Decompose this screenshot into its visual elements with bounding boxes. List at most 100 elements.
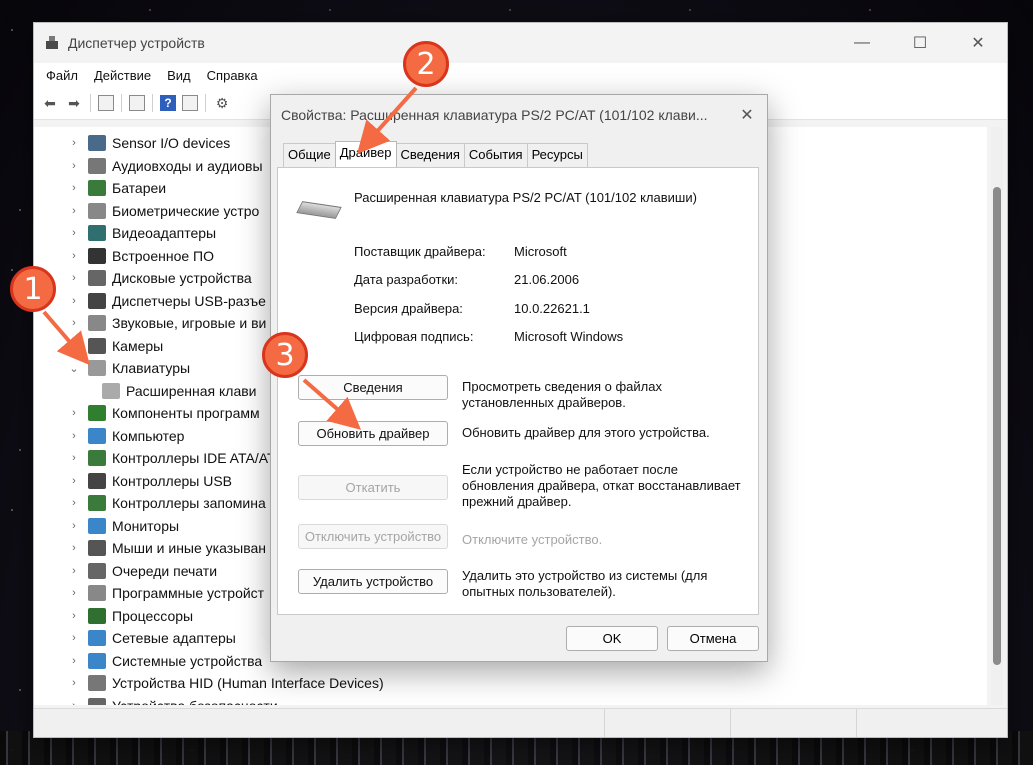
disable-device-button[interactable]: Отключить устройство (298, 524, 448, 549)
driver-date-label: Дата разработки: (354, 272, 459, 287)
chevron-right-icon[interactable]: › (68, 227, 80, 239)
tree-item-label: Биометрические устро (112, 202, 260, 219)
tree-category[interactable]: › Устройства HID (Human Interface Devices… (34, 672, 384, 694)
chevron-right-icon[interactable]: › (68, 655, 80, 667)
device-category-icon (88, 427, 106, 444)
chevron-right-icon[interactable]: › (68, 430, 80, 442)
chevron-right-icon[interactable]: › (68, 160, 80, 172)
device-category-icon (88, 652, 106, 669)
tree-category[interactable]: › Программные устройст (34, 582, 264, 604)
device-category-icon (88, 360, 106, 376)
back-icon[interactable]: ⬅ (41, 94, 59, 112)
tree-category[interactable]: › Дисковые устройства (34, 267, 252, 289)
device-category-icon (88, 247, 106, 264)
device-category-icon (88, 472, 106, 489)
digital-signer-value: Microsoft Windows (514, 329, 624, 344)
tree-category[interactable]: › Контроллеры IDE ATA/AT (34, 447, 276, 469)
chevron-right-icon[interactable]: › (68, 632, 80, 644)
menu-help[interactable]: Справка (199, 68, 266, 83)
chevron-right-icon[interactable]: › (68, 700, 80, 706)
tree-category[interactable]: › Системные устройства (34, 650, 262, 672)
driver-details-button[interactable]: Сведения (298, 375, 448, 400)
close-button[interactable]: ✕ (949, 23, 1007, 63)
tree-category[interactable]: › Батареи (34, 177, 166, 199)
tree-category[interactable]: › Sensor I/O devices (34, 132, 230, 154)
vertical-scrollbar[interactable] (991, 127, 1003, 705)
tree-category[interactable]: › Контроллеры запомина (34, 492, 266, 514)
chevron-right-icon[interactable]: › (68, 317, 80, 329)
forward-icon[interactable]: ➡ (65, 94, 83, 112)
tree-category[interactable]: › Мониторы (34, 515, 179, 537)
update-driver-button[interactable]: Обновить драйвер (298, 421, 448, 446)
view-icon[interactable] (182, 95, 198, 111)
tree-child-item[interactable]: ›Расширенная клави (34, 380, 257, 402)
tab-events[interactable]: События (463, 143, 528, 167)
tab-general[interactable]: Общие (283, 143, 336, 167)
chevron-right-icon[interactable]: › (68, 182, 80, 194)
tree-category[interactable]: › Встроенное ПО (34, 245, 214, 267)
tree-category[interactable]: › Аудиовходы и аудиовы (34, 155, 263, 177)
tree-category[interactable]: › Процессоры (34, 605, 193, 627)
chevron-right-icon[interactable]: › (68, 272, 80, 284)
tree-item-label: Контроллеры запомина (112, 495, 266, 511)
device-category-icon (88, 315, 106, 331)
menu-view[interactable]: Вид (159, 68, 199, 83)
chevron-right-icon[interactable]: › (68, 407, 80, 419)
dialog-title: Свойства: Расширенная клавиатура PS/2 PC… (281, 107, 708, 123)
tree-category[interactable]: › Звуковые, игровые и ви (34, 312, 266, 334)
tab-details[interactable]: Сведения (395, 143, 465, 167)
cancel-button[interactable]: Отмена (667, 626, 759, 651)
tree-item-label: Батареи (112, 180, 167, 196)
tree-category[interactable]: › Биометрические устро (34, 200, 259, 222)
update-driver-description: Обновить драйвер для этого устройства. (462, 425, 710, 440)
tree-category[interactable]: › Мыши и иные указыван (34, 537, 266, 559)
tree-category[interactable]: › Контроллеры USB (34, 470, 232, 492)
tree-category[interactable]: › Устройства безопасности (34, 695, 278, 706)
chevron-right-icon[interactable]: › (68, 250, 80, 262)
uninstall-device-button[interactable]: Удалить устройство (298, 569, 448, 594)
ok-button[interactable]: OK (566, 626, 658, 651)
tree-category[interactable]: › Видеоадаптеры (34, 222, 216, 244)
chevron-right-icon[interactable]: › (68, 137, 80, 149)
tree-category[interactable]: › Очереди печати (34, 560, 217, 582)
driver-details-description: Просмотреть сведения о файлах установлен… (462, 379, 662, 410)
chevron-right-icon[interactable]: › (68, 610, 80, 622)
tree-category[interactable]: › Компьютер (34, 425, 184, 447)
chevron-down-icon[interactable]: ⌄ (68, 362, 80, 375)
menu-file[interactable]: Файл (38, 68, 86, 83)
tree-category[interactable]: › Камеры (34, 335, 163, 357)
chevron-right-icon[interactable]: › (68, 565, 80, 577)
status-cell (34, 709, 605, 737)
scrollbar-thumb[interactable] (993, 187, 1001, 665)
chevron-right-icon[interactable]: › (68, 340, 80, 352)
chevron-right-icon[interactable]: › (68, 520, 80, 532)
menu-action[interactable]: Действие (86, 68, 159, 83)
dialog-close-button[interactable]: ✕ (727, 105, 767, 125)
chevron-right-icon[interactable]: › (68, 542, 80, 554)
chevron-right-icon[interactable]: › (68, 475, 80, 487)
tree-category[interactable]: › Сетевые адаптеры (34, 627, 236, 649)
help-icon[interactable]: ? (160, 95, 176, 111)
annotation-badge-1: 1 (10, 266, 56, 312)
device-category-icon (88, 517, 106, 534)
tree-category[interactable]: › Диспетчеры USB-разъе (34, 290, 266, 312)
tab-resources[interactable]: Ресурсы (526, 143, 588, 167)
status-bar (34, 708, 1007, 737)
chevron-right-icon[interactable]: › (68, 452, 80, 464)
chevron-right-icon[interactable]: › (68, 295, 80, 307)
chevron-right-icon[interactable]: › (68, 497, 80, 509)
tab-driver[interactable]: Драйвер (334, 141, 397, 169)
show-hide-tree-icon[interactable] (98, 95, 114, 111)
chevron-right-icon[interactable]: › (68, 587, 80, 599)
minimize-button[interactable]: — (833, 23, 891, 63)
scan-icon[interactable]: ⚙ (213, 94, 231, 112)
properties-icon[interactable] (129, 95, 145, 111)
tree-category[interactable]: ⌄ Клавиатуры (34, 357, 190, 379)
maximize-button[interactable]: ☐ (891, 23, 949, 63)
chevron-right-icon[interactable]: › (68, 677, 80, 689)
chevron-right-icon[interactable]: › (68, 205, 80, 217)
tree-category[interactable]: › Компоненты программ (34, 402, 260, 424)
rollback-driver-button[interactable]: Откатить (298, 475, 448, 500)
rollback-driver-description: Если устройство не работает после обновл… (462, 462, 741, 509)
tree-item-label: Клавиатуры (112, 360, 191, 376)
